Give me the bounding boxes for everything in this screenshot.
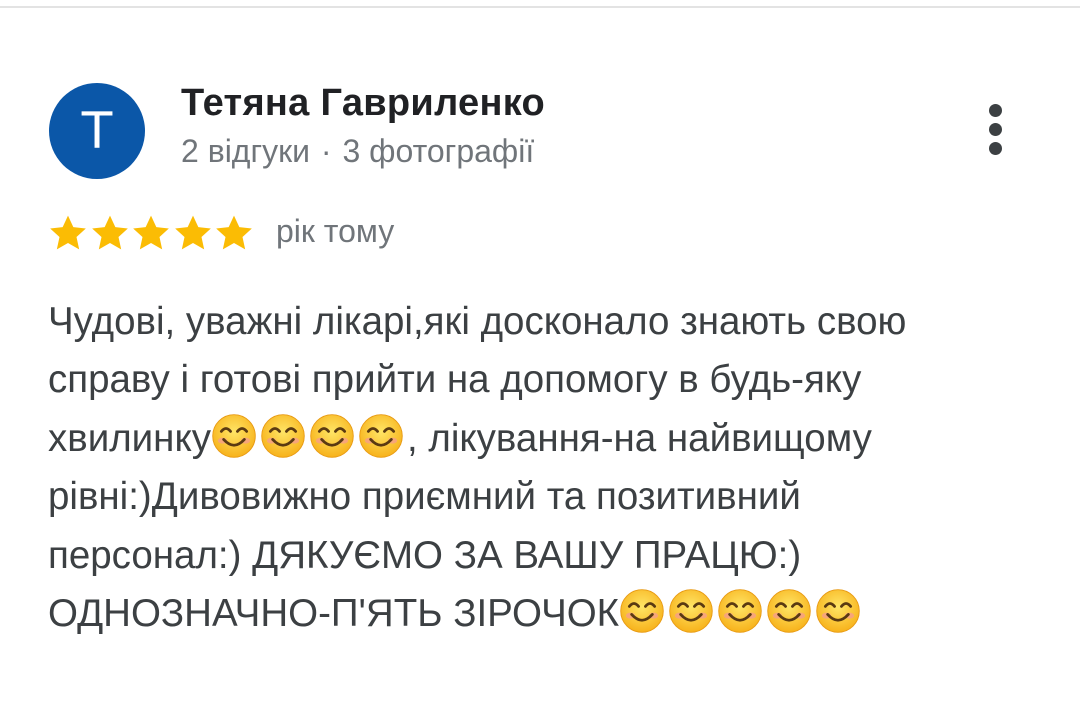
star-icon xyxy=(91,215,128,250)
smiling-face-with-smiling-eyes-icon xyxy=(620,589,664,633)
review-text-segment: ОДНОЗНАЧНО-П'ЯТЬ ЗІРОЧОК xyxy=(48,591,620,635)
review-text-line: ОДНОЗНАЧНО-П'ЯТЬ ЗІРОЧОК xyxy=(48,585,1038,643)
more-options-button[interactable] xyxy=(976,100,1016,160)
author-meta: 2 відгуки · 3 фотографії xyxy=(181,133,534,170)
emoji-group xyxy=(619,589,864,635)
review-text-line: рівні:)Дивовижно приємний та позитивний xyxy=(48,475,801,519)
smiling-face-with-smiling-eyes-icon xyxy=(212,414,256,458)
review-time: рік тому xyxy=(276,213,395,249)
author-name[interactable]: Тетяна Гавриленко xyxy=(181,82,545,125)
review-text-segment: , лікування-на найвищому xyxy=(406,416,872,460)
author-avatar[interactable]: T xyxy=(49,83,145,179)
emoji-group xyxy=(211,414,407,460)
smiling-face-with-smiling-eyes-icon xyxy=(816,589,860,633)
author-review-count: 2 відгуки xyxy=(181,133,311,169)
star-rating xyxy=(48,211,256,255)
review-text: Чудові, уважні лікарі,які досконало знаю… xyxy=(48,293,1038,643)
smiling-face-with-smiling-eyes-icon xyxy=(359,414,403,458)
star-icon xyxy=(174,215,211,250)
review-card: T Тетяна Гавриленко 2 відгуки · 3 фотогр… xyxy=(0,0,1080,714)
smiling-face-with-smiling-eyes-icon xyxy=(718,589,762,633)
smiling-face-with-smiling-eyes-icon xyxy=(261,414,305,458)
review-text-segment: хвилинку xyxy=(48,416,211,460)
star-icon xyxy=(216,215,252,250)
review-text-line: хвилинку , лікування-на найвищому xyxy=(48,410,1038,468)
star-icon xyxy=(133,215,169,250)
author-photo-count: 3 фотографії xyxy=(342,133,535,169)
smiling-face-with-smiling-eyes-icon xyxy=(310,414,354,458)
smiling-face-with-smiling-eyes-icon xyxy=(669,589,713,633)
review-text-line: персонал:) ДЯКУЄМО ЗА ВАШУ ПРАЦЮ:) xyxy=(48,533,802,577)
star-icon xyxy=(50,215,86,250)
review-text-line: справу і готові прийти на допомогу в буд… xyxy=(48,358,862,402)
smiling-face-with-smiling-eyes-icon xyxy=(767,589,811,633)
review-text-line: Чудові, уважні лікарі,які досконало знаю… xyxy=(48,300,907,343)
meta-separator: · xyxy=(320,133,332,169)
